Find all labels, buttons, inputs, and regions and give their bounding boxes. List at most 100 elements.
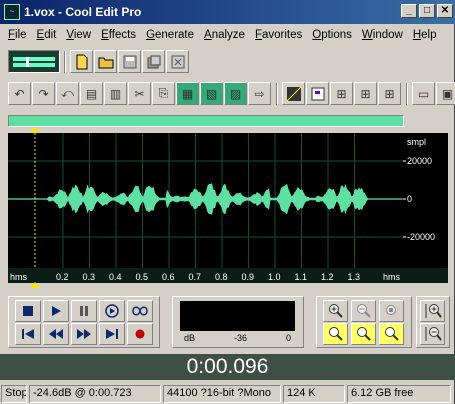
zoom-left-icon (328, 327, 343, 341)
zoom-out-icon (356, 304, 371, 318)
overview-bar[interactable] (8, 115, 404, 127)
x-axis-tick-label: 0.8 (215, 272, 228, 282)
menu-file[interactable]: File (3, 29, 32, 41)
zoom-full-button[interactable] (379, 300, 404, 322)
close-file-icon (171, 55, 184, 68)
play-icon (52, 306, 61, 316)
repeat-button[interactable]: ⤺ (56, 82, 79, 105)
menu-view[interactable]: View (61, 29, 96, 41)
zoom-full-icon (385, 305, 396, 315)
menu-analyze[interactable]: Analyze (199, 29, 250, 41)
record-icon (135, 329, 145, 339)
menu-window[interactable]: Window (357, 29, 408, 41)
go-to-end-button[interactable] (99, 323, 125, 345)
loop-button[interactable] (127, 300, 153, 322)
grid-icon: ⊞ (336, 86, 347, 101)
cool-edit-icon[interactable]: ~ (4, 4, 20, 20)
zoom-to-left-button[interactable] (323, 323, 348, 345)
marker-button[interactable] (306, 82, 329, 105)
convert-button[interactable]: ⇨ (248, 82, 271, 105)
play-button[interactable] (43, 300, 69, 322)
menu-options[interactable]: Options (307, 29, 357, 41)
window-view-button-1[interactable]: ▭ (412, 82, 435, 105)
vertical-zoom-panel (416, 296, 450, 348)
trim-icon: ▧ (205, 86, 218, 101)
waveform-display[interactable]: smpl 20000 0 -20000 hms hms 0.2 0.3 0.4 0.5 0.6 0.7… (8, 133, 448, 283)
new-document-icon (76, 54, 87, 69)
y-axis-tick-label: 20000 (407, 156, 432, 166)
x-axis-tick-label: 0.4 (109, 272, 122, 282)
status-bar: Stop -24.6dB @ 0:00.723 44100 ?16-bit ?M… (0, 383, 455, 404)
y-axis-unit: smpl (407, 137, 426, 147)
status-level: -24.6dB @ 0:00.723 (29, 384, 161, 403)
grid-view-button-1[interactable]: ⊞ (330, 82, 353, 105)
status-state: Stop (1, 384, 27, 403)
copy-button[interactable]: ▤ (80, 82, 103, 105)
vertical-zoom-out-button[interactable] (420, 323, 445, 345)
menu-generate[interactable]: Generate (141, 29, 199, 41)
close-file-button[interactable] (166, 50, 189, 73)
rewind-button[interactable] (43, 323, 69, 345)
x-axis-tick-label: 0.5 (136, 272, 149, 282)
redo-button[interactable]: ↷ (32, 82, 55, 105)
zoom-in-button[interactable] (323, 300, 348, 322)
toolbar-file (8, 48, 190, 75)
menu-help[interactable]: Help (408, 29, 442, 41)
grid-icon: ⊞ (360, 86, 371, 101)
playhead-marker-bottom-icon[interactable] (30, 282, 40, 288)
window-icon: ▭ (417, 86, 430, 101)
maximize-button[interactable]: □ (419, 4, 435, 18)
folder-icon (98, 57, 113, 68)
paste-button[interactable]: ⎘ (152, 82, 175, 105)
mix-paste-button[interactable]: ▦ (176, 82, 199, 105)
waveform-trace (8, 183, 403, 215)
redo-icon: ↷ (38, 86, 49, 101)
pause-icon (80, 306, 88, 316)
save-button[interactable] (118, 50, 141, 73)
x-axis-tick-label: 0.2 (56, 272, 69, 282)
vertical-zoom-in-button[interactable] (420, 300, 445, 322)
menu-edit[interactable]: Edit (32, 29, 62, 41)
window-icon: ▣ (441, 86, 454, 101)
undo-button[interactable]: ↶ (8, 82, 31, 105)
zoom-out-button[interactable] (351, 300, 376, 322)
zoom-selection-button[interactable] (379, 323, 404, 345)
silence-button[interactable]: ▨ (224, 82, 247, 105)
vertical-zoom-in-icon (425, 304, 442, 318)
status-format: 44100 ?16-bit ?Mono (163, 384, 281, 403)
open-file-button[interactable] (94, 50, 117, 73)
go-to-start-button[interactable] (15, 323, 41, 345)
grid-view-button-2[interactable]: ⊞ (354, 82, 377, 105)
toolbar-edit: ↶ ↷ ⤺ ▤ ▥ ✂ ⎘ ▦ ▧ ▨ ⇨ ⊞ ⊞ ⊞ ▭ ▣ (8, 80, 455, 107)
new-file-button[interactable] (70, 50, 93, 73)
cut-button[interactable]: ✂ (128, 82, 151, 105)
copy-new-button[interactable]: ▥ (104, 82, 127, 105)
pause-button[interactable] (71, 300, 97, 322)
repeat-icon: ⤺ (61, 86, 74, 100)
level-meter-panel: dB -36 0 (172, 296, 304, 348)
fast-forward-button[interactable] (71, 323, 97, 345)
save-as-button[interactable] (142, 50, 165, 73)
x-axis-tick-label: 0.3 (83, 272, 96, 282)
copy-icon: ▤ (85, 86, 98, 101)
multitrack-toggle-button[interactable] (8, 50, 60, 73)
zoom-to-right-button[interactable] (351, 323, 376, 345)
y-axis-tick-label: -20000 (407, 232, 435, 242)
stop-button[interactable] (15, 300, 41, 322)
copy-new-icon: ▥ (109, 86, 122, 101)
record-button[interactable] (127, 323, 153, 345)
mix-paste-icon: ▦ (181, 86, 194, 101)
close-button[interactable]: ✕ (437, 4, 453, 18)
menu-favorites[interactable]: Favorites (250, 29, 307, 41)
minimize-button[interactable]: _ (401, 4, 417, 18)
menu-effects[interactable]: Effects (96, 29, 141, 41)
play-to-end-button[interactable] (99, 300, 125, 322)
trim-button[interactable]: ▧ (200, 82, 223, 105)
title-bar[interactable]: ~ 1.vox - Cool Edit Pro _ □ ✕ (0, 0, 455, 24)
save-icon (123, 55, 136, 68)
window-view-button-2[interactable]: ▣ (436, 82, 455, 105)
grid-view-button-3[interactable]: ⊞ (378, 82, 401, 105)
transport-panel (8, 296, 160, 348)
envelope-button[interactable] (282, 82, 305, 105)
fast-forward-icon (77, 329, 91, 339)
